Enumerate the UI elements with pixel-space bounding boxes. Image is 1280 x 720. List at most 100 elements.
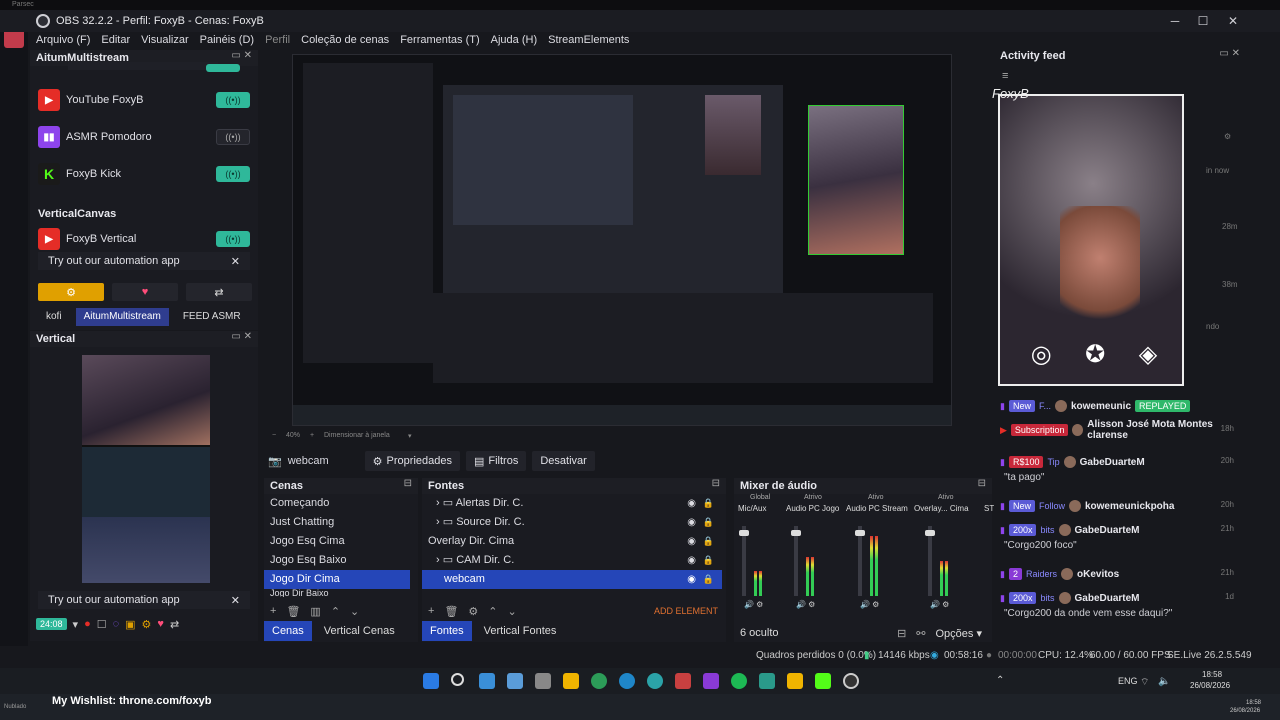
- menu-arquivo[interactable]: Arquivo (F): [36, 34, 90, 46]
- chrome-icon[interactable]: [591, 673, 607, 689]
- gear-icon[interactable]: ⚙: [468, 605, 478, 618]
- minimize-button[interactable]: ─: [1168, 14, 1182, 28]
- tab-feed-asmr[interactable]: FEED ASMR: [175, 308, 249, 326]
- source-item[interactable]: › ▭ Alertas Dir. C. ◉ 🔒: [422, 494, 722, 513]
- share-icon[interactable]: ⇄: [170, 618, 179, 631]
- dock-menu-icon[interactable]: ⊟: [404, 478, 412, 489]
- volume-fader[interactable]: [928, 526, 932, 596]
- mute-icon[interactable]: 🔊 ⚙: [796, 600, 815, 609]
- trash-icon[interactable]: 🗑: [444, 605, 458, 618]
- stream-toggle[interactable]: ((•)): [216, 129, 250, 145]
- add-element-button[interactable]: ADD ELEMENT: [654, 606, 718, 616]
- close-icon[interactable]: ✕: [231, 255, 240, 268]
- menu-colecao[interactable]: Coleção de cenas: [301, 34, 389, 46]
- menu-visualizar[interactable]: Visualizar: [141, 34, 189, 46]
- vertical-preview[interactable]: [82, 355, 210, 583]
- fader-knob[interactable]: [855, 530, 865, 536]
- fader-knob[interactable]: [791, 530, 801, 536]
- volume-fader[interactable]: [858, 526, 862, 596]
- volume-icon[interactable]: 🔈: [1158, 676, 1170, 687]
- lock-icon[interactable]: 🔒: [703, 532, 714, 551]
- down-icon[interactable]: ⌄: [350, 605, 359, 618]
- folder-icon[interactable]: [563, 673, 579, 689]
- menu-editar[interactable]: Editar: [101, 34, 130, 46]
- windows-start-icon[interactable]: [423, 673, 439, 689]
- language[interactable]: ENG: [1118, 676, 1138, 686]
- down-icon[interactable]: ⌄: [508, 605, 517, 618]
- mute-icon[interactable]: 🔊 ⚙: [930, 600, 949, 609]
- dock-menu-icon[interactable]: ⊟: [712, 478, 720, 489]
- feed-item[interactable]: ▮ R$100 Tip GabeDuarteM 20h "ta pago": [1000, 454, 1240, 483]
- properties-button[interactable]: ⚙ Propriedades: [364, 451, 460, 471]
- replay-icon[interactable]: ▣: [125, 618, 135, 631]
- close-button[interactable]: ✕: [1226, 14, 1240, 28]
- link-icon[interactable]: ⚯: [916, 627, 925, 640]
- chevron-right-icon[interactable]: ›: [436, 516, 443, 528]
- settings-icon[interactable]: [535, 673, 551, 689]
- scene-item[interactable]: Jogo Esq Baixo: [264, 551, 410, 570]
- main-preview[interactable]: [292, 54, 952, 426]
- volume-fader[interactable]: [794, 526, 798, 596]
- record-icon[interactable]: ●: [84, 618, 91, 630]
- tray-chevron-icon[interactable]: ⌃: [996, 675, 1004, 686]
- filter-icon[interactable]: ▥: [310, 605, 320, 618]
- feed-item[interactable]: ▮ 200x bits GabeDuarteM 21h "Corgo200 foco": [1000, 522, 1240, 551]
- feed-item[interactable]: ▶ Subscription Alisson José Mota Montes cl…: [1000, 419, 1240, 441]
- menu-perfil[interactable]: Perfil: [265, 34, 290, 46]
- settings-gear-button[interactable]: ⚙: [38, 283, 104, 301]
- wifi-icon[interactable]: ⌔: [1140, 676, 1149, 689]
- lock-icon[interactable]: 🔒: [703, 551, 714, 570]
- visibility-eye-icon[interactable]: ◉: [687, 551, 696, 570]
- heart-button[interactable]: ♥: [112, 283, 178, 301]
- obs-icon[interactable]: [843, 673, 859, 689]
- edge-icon[interactable]: [619, 673, 635, 689]
- scrolled-toggle[interactable]: [206, 64, 240, 72]
- up-icon[interactable]: ⌃: [488, 605, 497, 618]
- hamburger-icon[interactable]: ≡: [1002, 70, 1008, 82]
- fader-knob[interactable]: [925, 530, 935, 536]
- feed-item[interactable]: ▮ 200x bits GabeDuarteM 1d "Corgo200 da onde …: [1000, 590, 1240, 619]
- app-icon[interactable]: [507, 673, 523, 689]
- tab-kofi[interactable]: kofi: [38, 308, 70, 326]
- kick-icon[interactable]: [815, 673, 831, 689]
- menu-streamelements[interactable]: StreamElements: [548, 34, 629, 46]
- chevron-right-icon[interactable]: ›: [436, 554, 443, 566]
- source-item[interactable]: webcam ◉ 🔒: [422, 570, 722, 589]
- app-icon[interactable]: [675, 673, 691, 689]
- app-icon[interactable]: [787, 673, 803, 689]
- stream-toggle[interactable]: ((•)): [216, 231, 250, 247]
- search-icon[interactable]: [451, 673, 464, 686]
- dock-controls[interactable]: ▭ ✕: [231, 331, 252, 342]
- scene-item[interactable]: Começando: [264, 494, 410, 513]
- pause-icon[interactable]: ◌: [113, 618, 120, 630]
- trash-icon[interactable]: 🗑: [286, 605, 300, 618]
- add-icon[interactable]: +: [428, 605, 434, 617]
- menu-ajuda[interactable]: Ajuda (H): [491, 34, 537, 46]
- widgets-icon[interactable]: [479, 673, 495, 689]
- filters-button[interactable]: ▤ Filtros: [465, 451, 527, 471]
- source-item[interactable]: › ▭ CAM Dir. C. ◉ 🔒: [422, 551, 722, 570]
- browser-icon[interactable]: [647, 673, 663, 689]
- mute-icon[interactable]: 🔊 ⚙: [860, 600, 879, 609]
- mute-icon[interactable]: 🔊 ⚙: [744, 600, 763, 609]
- scene-item[interactable]: Jogo Dir Baixo: [264, 589, 410, 597]
- close-icon[interactable]: ✕: [231, 594, 240, 607]
- app-icon[interactable]: [703, 673, 719, 689]
- chevron-down-icon[interactable]: ▾: [408, 432, 412, 440]
- gear-icon[interactable]: ⚙: [142, 618, 152, 631]
- live-timer[interactable]: 24:08: [36, 618, 67, 630]
- scene-item-selected[interactable]: Jogo Dir Cima: [264, 570, 410, 589]
- calendar-icon[interactable]: [759, 673, 775, 689]
- visibility-eye-icon[interactable]: ◉: [687, 513, 696, 532]
- options-button[interactable]: Opções ▾: [936, 627, 983, 640]
- dropdown-icon[interactable]: ▾: [73, 618, 79, 631]
- maximize-button[interactable]: ☐: [1196, 14, 1210, 28]
- stop-icon[interactable]: ☐: [97, 618, 107, 631]
- stream-toggle[interactable]: ((•)): [216, 166, 250, 182]
- volume-fader[interactable]: [742, 526, 746, 596]
- lock-icon[interactable]: 🔒: [703, 570, 714, 589]
- dock-menu-icon[interactable]: ⊟: [978, 478, 986, 489]
- zoom-plus[interactable]: +: [310, 432, 314, 439]
- lock-icon[interactable]: 🔒: [703, 494, 714, 513]
- visibility-eye-icon[interactable]: ◉: [687, 532, 696, 551]
